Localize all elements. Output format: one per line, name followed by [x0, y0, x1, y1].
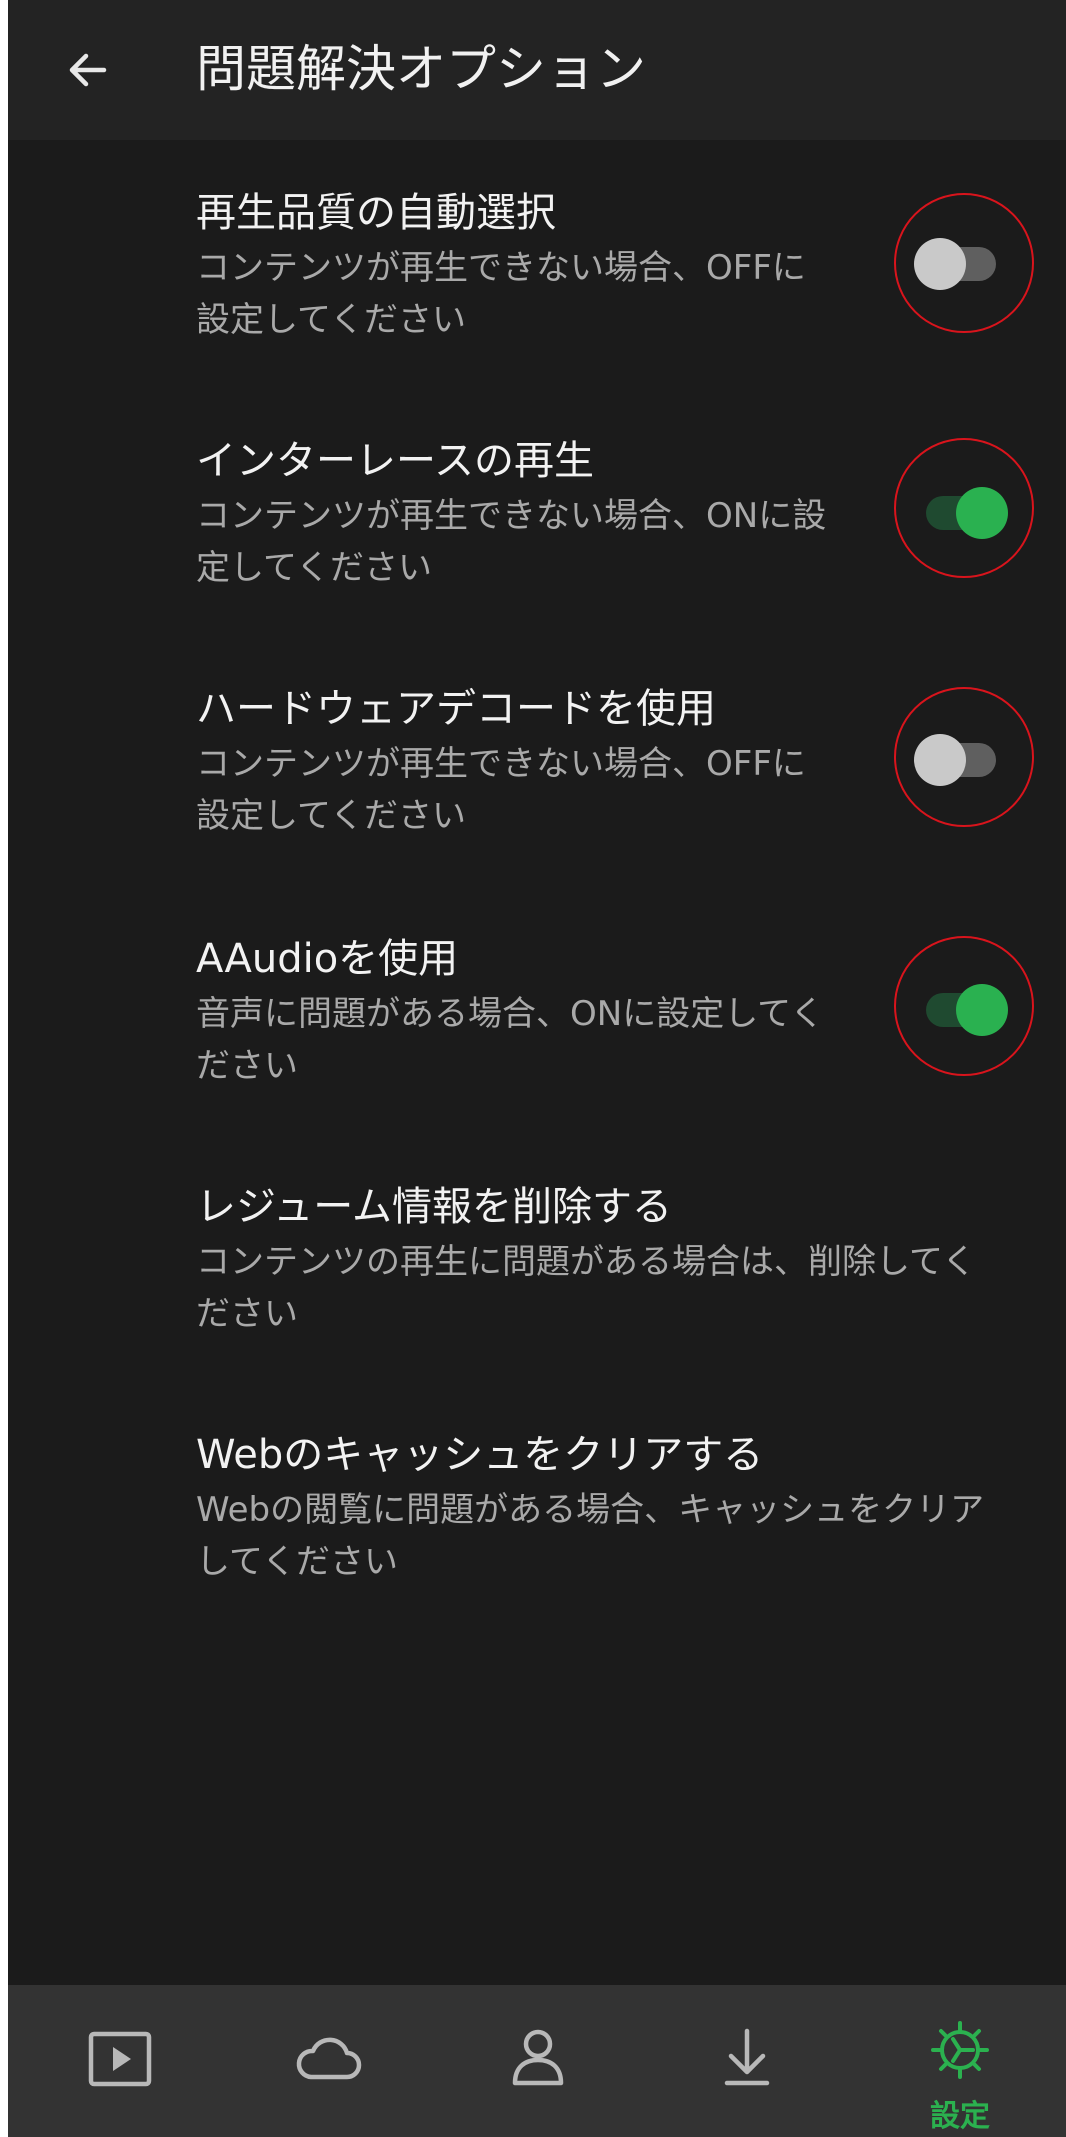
setting-description: 音声に問題がある場合、ONに設定してください [196, 994, 825, 1086]
nav-download[interactable] [647, 1985, 847, 2137]
switch-thumb [956, 487, 1008, 539]
switch-thumb [956, 984, 1008, 1036]
setting-label: レジューム情報を削除する [196, 1184, 672, 1230]
setting-label: 再生品質の自動選択 [196, 190, 556, 236]
toggle-hardware-decode[interactable] [914, 734, 996, 786]
setting-label: AAudioを使用 [196, 936, 459, 982]
setting-description: Webの閲覧に問題がある場合、キャッシュをクリアしてください [196, 1490, 985, 1582]
toggle-interlace-playback[interactable] [926, 487, 1008, 539]
person-icon [512, 2029, 564, 2086]
setting-clear-web-cache[interactable]: Webのキャッシュをクリアする Webの閲覧に問題がある場合、キャッシュをクリア… [8, 1428, 1066, 1658]
setting-description: コンテンツの再生に問題がある場合は、削除してください [196, 1242, 976, 1334]
back-button[interactable] [48, 30, 128, 110]
toggle-auto-quality[interactable] [914, 238, 996, 290]
setting-label: ハードウェアデコードを使用 [196, 686, 716, 732]
download-icon [724, 2028, 770, 2086]
cloud-icon [296, 2037, 362, 2080]
setting-clear-resume[interactable]: レジューム情報を削除する コンテンツの再生に問題がある場合は、削除してください [8, 1180, 1066, 1410]
nav-cloud[interactable] [229, 1985, 429, 2137]
app-bar: 問題解決オプション [8, 0, 1066, 140]
setting-label: インターレースの再生 [196, 438, 594, 484]
switch-thumb [914, 734, 966, 786]
setting-label: Webのキャッシュをクリアする [196, 1432, 764, 1478]
play-icon [88, 2031, 152, 2087]
nav-play[interactable] [20, 1985, 220, 2137]
bottom-navigation: 設定 [8, 1985, 1066, 2137]
nav-account[interactable] [438, 1985, 638, 2137]
setting-description: コンテンツが再生できない場合、OFFに設定してください [196, 248, 806, 340]
nav-settings-label: 設定 [930, 2099, 990, 2134]
settings-gear-icon [931, 2021, 989, 2079]
setting-description: コンテンツが再生できない場合、OFFに設定してください [196, 744, 806, 836]
switch-thumb [914, 238, 966, 290]
arrow-left-icon [69, 53, 107, 87]
toggle-aaudio[interactable] [926, 984, 1008, 1036]
setting-description: コンテンツが再生できない場合、ONに設定してください [196, 496, 827, 588]
nav-settings[interactable]: 設定 [860, 1985, 1060, 2137]
settings-screen: 問題解決オプション 再生品質の自動選択 コンテンツが再生できない場合、OFFに設… [8, 0, 1066, 2137]
page-title: 問題解決オプション [196, 40, 646, 98]
